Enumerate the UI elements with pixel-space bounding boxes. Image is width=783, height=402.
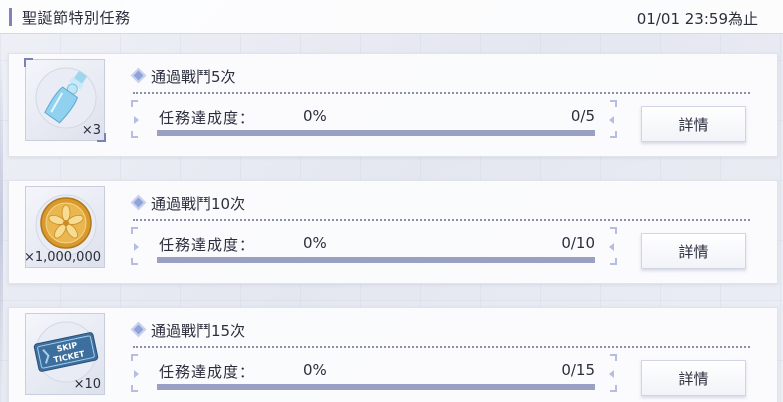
progress-frame: 任務達成度： 0% 0/10	[131, 227, 617, 265]
frame-corner	[610, 258, 617, 265]
progress-bar	[157, 384, 595, 390]
progress-count: 0/10	[561, 234, 595, 252]
progress-count: 0/5	[570, 107, 595, 125]
diamond-bullet-icon	[130, 67, 147, 84]
frame-arrow-right-icon	[609, 370, 614, 378]
frame-arrow-right-icon	[609, 243, 614, 251]
progress-percent: 0%	[303, 361, 327, 379]
mission-title: 通過戰鬥5次	[151, 68, 236, 86]
mission-header: 聖誕節特別任務 01/01 23:59為止	[0, 0, 783, 34]
event-title: 聖誕節特別任務	[22, 9, 131, 27]
dotted-separator	[133, 92, 750, 94]
progress-frame: 任務達成度： 0% 0/15	[131, 354, 617, 392]
reward-slot[interactable]: ×1,000,000	[23, 186, 105, 268]
header-accent-bar	[9, 8, 12, 26]
frame-corner	[131, 385, 138, 392]
progress-bar	[157, 257, 595, 263]
frame-arrow-left-icon	[134, 116, 139, 124]
frame-arrow-left-icon	[134, 370, 139, 378]
dotted-separator	[133, 346, 750, 348]
mission-card: ×1,000,000 通過戰鬥10次 任務達成度： 0% 0/10 詳情	[8, 180, 778, 284]
frame-arrow-left-icon	[134, 243, 139, 251]
dotted-separator	[133, 219, 750, 221]
reward-slot[interactable]: SKIP TICKET ×10	[25, 313, 105, 395]
mission-title: 通過戰鬥10次	[151, 195, 246, 213]
reward-quantity: ×3	[81, 123, 101, 138]
progress-count: 0/15	[561, 361, 595, 379]
frame-corner	[610, 385, 617, 392]
progress-frame: 任務達成度： 0% 0/5	[131, 100, 617, 138]
left-rail-decoration	[0, 60, 3, 390]
frame-corner	[131, 131, 138, 138]
mission-title: 通過戰鬥15次	[151, 322, 246, 340]
detail-button[interactable]: 詳情	[641, 233, 746, 269]
reward-quantity: ×10	[73, 377, 101, 392]
frame-corner	[131, 354, 138, 361]
diamond-bullet-icon	[130, 194, 147, 211]
frame-corner	[610, 354, 617, 361]
progress-label: 任務達成度：	[159, 236, 256, 254]
reward-slot[interactable]: ×3	[24, 58, 106, 142]
progress-percent: 0%	[303, 107, 327, 125]
frame-corner	[131, 100, 138, 107]
frame-arrow-right-icon	[609, 116, 614, 124]
progress-label: 任務達成度：	[159, 109, 256, 127]
reward-quantity: ×1,000,000	[23, 250, 101, 265]
frame-corner	[131, 258, 138, 265]
frame-corner	[610, 131, 617, 138]
frame-corner	[131, 227, 138, 234]
mission-card: SKIP TICKET ×10 通過戰鬥15次 任務達成度： 0% 0/15 詳…	[8, 307, 778, 402]
diamond-bullet-icon	[130, 321, 147, 338]
detail-button[interactable]: 詳情	[641, 106, 746, 142]
frame-corner	[610, 100, 617, 107]
progress-bar	[157, 130, 595, 136]
mission-card: ×3 通過戰鬥5次 任務達成度： 0% 0/5 詳情	[8, 53, 778, 157]
detail-button[interactable]: 詳情	[641, 360, 746, 396]
progress-label: 任務達成度：	[159, 363, 256, 381]
frame-corner	[610, 227, 617, 234]
progress-percent: 0%	[303, 234, 327, 252]
event-deadline: 01/01 23:59為止	[636, 10, 758, 28]
